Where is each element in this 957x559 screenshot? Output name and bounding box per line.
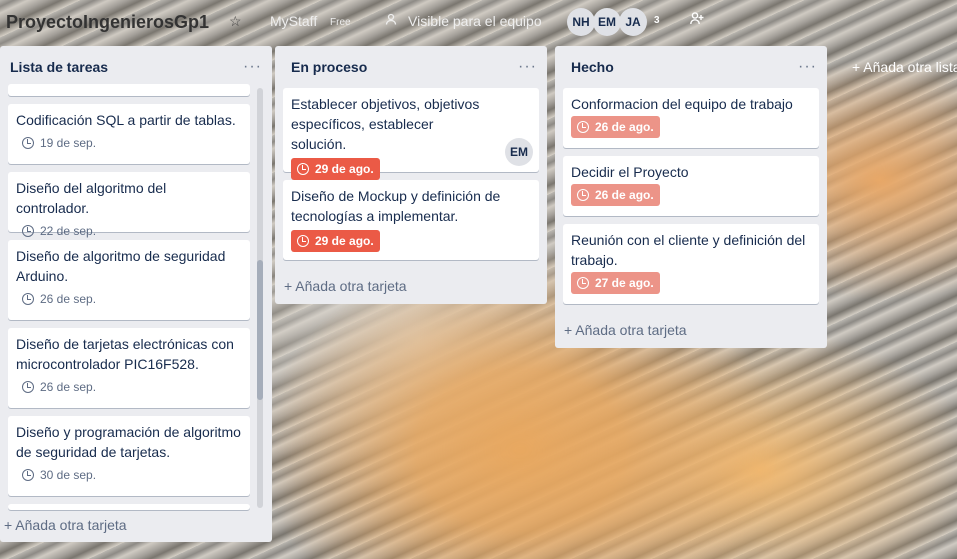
add-card-button[interactable]: + Añada otra tarjeta (4, 517, 127, 533)
clock-icon (22, 137, 34, 149)
clock-icon (577, 121, 589, 133)
card-title: Diseño de tarjetas electrónicas con micr… (16, 336, 234, 372)
list-title[interactable]: Lista de tareas (10, 59, 243, 75)
card-member-avatar[interactable]: EM (505, 138, 533, 166)
team-plan-badge: Free (330, 17, 351, 28)
card-title: Diseño del algoritmo del controlador. (16, 180, 167, 216)
card[interactable]: Reunión con el cliente y definición del … (563, 224, 819, 304)
list-title[interactable]: En proceso (285, 59, 518, 75)
clock-icon (297, 235, 309, 247)
card-title: Codificación SQL a partir de tablas. (16, 112, 236, 128)
due-date-badge: 30 de sep. (16, 464, 102, 486)
add-card-button[interactable]: + Añada otra tarjeta (284, 278, 407, 294)
clock-icon (577, 189, 589, 201)
clock-icon (22, 469, 34, 481)
list-header: Lista de tareas ··· (0, 46, 272, 88)
card-title: Diseño y programación de algoritmo de se… (16, 424, 241, 460)
visibility-button[interactable]: Visible para el equipo (408, 13, 542, 29)
due-date-badge: 26 de ago. (571, 116, 660, 138)
due-date-badge: 22 de sep. (16, 220, 102, 242)
add-member-icon[interactable] (690, 11, 704, 28)
clock-icon (22, 293, 34, 305)
due-date-badge: 29 de ago. (291, 158, 380, 180)
card-title: Conformacion del equipo de trabajo (571, 96, 793, 112)
list-title[interactable]: Hecho (565, 59, 798, 75)
card[interactable]: Codificación SQL a partir de tablas. 19 … (8, 104, 250, 164)
card-partial[interactable] (8, 504, 250, 510)
card-partial[interactable] (8, 84, 250, 96)
list-menu-button[interactable]: ··· (798, 58, 817, 76)
due-date-badge: 26 de ago. (571, 184, 660, 206)
board-header: ProyectoIngenierosGp1 ☆ MyStaff Free Vis… (0, 0, 957, 44)
card[interactable]: Decidir el Proyecto 26 de ago. (563, 156, 819, 216)
card-title: Establecer objetivos, objetivos específi… (291, 96, 480, 152)
list-header: En proceso ··· (275, 46, 547, 88)
clock-icon (22, 381, 34, 393)
due-date-badge: 29 de ago. (291, 230, 380, 252)
card-title: Diseño de Mockup y definición de tecnolo… (291, 188, 501, 224)
scrollbar[interactable] (257, 88, 263, 508)
card-title: Decidir el Proyecto (571, 164, 689, 180)
person-icon (385, 13, 397, 28)
card[interactable]: Diseño de tarjetas electrónicas con micr… (8, 328, 250, 408)
due-date-badge: 19 de sep. (16, 132, 102, 154)
star-icon[interactable]: ☆ (229, 13, 242, 30)
list-header: Hecho ··· (555, 46, 827, 88)
board-title[interactable]: ProyectoIngenierosGp1 (6, 12, 209, 33)
scroll-thumb[interactable] (257, 260, 263, 400)
list-menu-button[interactable]: ··· (243, 58, 262, 76)
member-avatar[interactable]: NH (567, 8, 595, 36)
clock-icon (577, 277, 589, 289)
card[interactable]: Diseño de Mockup y definición de tecnolo… (283, 180, 539, 260)
card[interactable]: Diseño de algoritmo de seguridad Arduino… (8, 240, 250, 320)
add-list-button[interactable]: + Añada otra lista (852, 59, 957, 75)
clock-icon (297, 163, 309, 175)
card[interactable]: Diseño del algoritmo del controlador. 22… (8, 172, 250, 238)
card[interactable]: Conformacion del equipo de trabajo 26 de… (563, 88, 819, 148)
add-card-button[interactable]: + Añada otra tarjeta (564, 322, 687, 338)
due-date-badge: 27 de ago. (571, 272, 660, 294)
member-count[interactable]: 3 (654, 15, 660, 26)
team-name[interactable]: MyStaff (270, 13, 317, 29)
list-lista-de-tareas: Lista de tareas ··· Codificación SQL a p… (0, 46, 272, 542)
due-date-badge: 26 de sep. (16, 376, 102, 398)
list-hecho: Hecho ··· Conformacion del equipo de tra… (555, 46, 827, 348)
member-avatar[interactable]: EM (593, 8, 621, 36)
due-date-badge: 26 de sep. (16, 288, 102, 310)
card-title: Diseño de algoritmo de seguridad Arduino… (16, 248, 226, 284)
list-menu-button[interactable]: ··· (518, 58, 537, 76)
card-title: Reunión con el cliente y definición del … (571, 232, 806, 268)
member-avatar[interactable]: JA (619, 8, 647, 36)
list-en-proceso: En proceso ··· Establecer objetivos, obj… (275, 46, 547, 304)
card[interactable]: Establecer objetivos, objetivos específi… (283, 88, 539, 180)
card[interactable]: Diseño y programación de algoritmo de se… (8, 416, 250, 496)
clock-icon (22, 225, 34, 237)
